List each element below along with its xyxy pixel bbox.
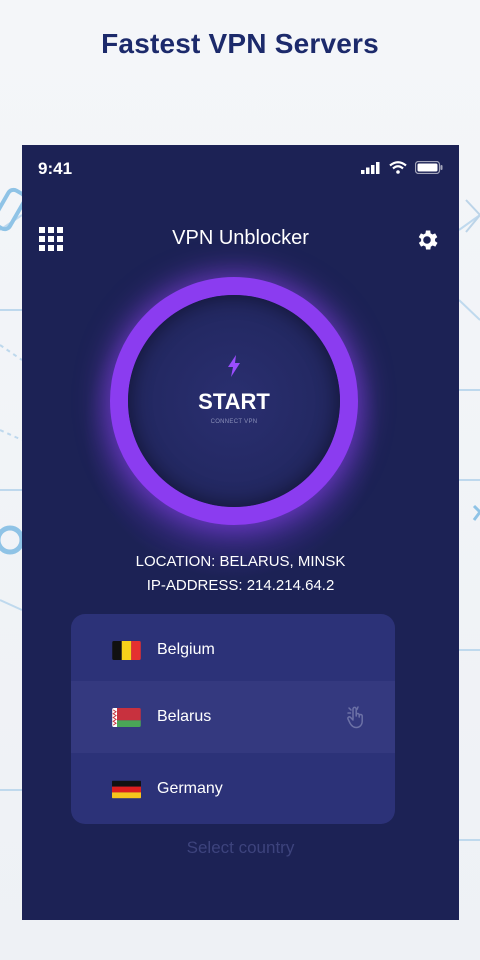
status-bar: 9:41 (22, 145, 459, 193)
start-vpn-button[interactable]: START CONNECT VPN (128, 295, 340, 507)
country-row-germany[interactable]: Germany (71, 753, 395, 824)
country-row-belgium[interactable]: Belgium (71, 614, 395, 686)
country-name: Belarus (157, 708, 212, 725)
promo-title: Fastest VPN Servers (101, 28, 379, 59)
tap-hand-icon (347, 706, 363, 729)
ip-address-text: IP-ADDRESS: 214.214.64.2 (146, 577, 335, 594)
app-title: VPN Unblocker (172, 227, 309, 249)
wifi-icon (389, 161, 407, 174)
belarus-flag-icon (112, 707, 141, 727)
country-list: Belgium Belarus Germany (71, 614, 395, 824)
gear-icon (418, 230, 438, 250)
country-row-belarus[interactable]: Belarus (71, 681, 395, 753)
country-name: Belgium (157, 641, 215, 658)
select-country-label: Select country (186, 838, 295, 857)
location-text: LOCATION: BELARUS, MINSK (135, 553, 346, 570)
country-name: Germany (157, 780, 223, 797)
phone-screen: 9:41 VPN Unblocker START CONNECT VPN LOC… (22, 145, 459, 920)
germany-flag-icon (112, 780, 141, 798)
battery-icon (415, 161, 443, 174)
belgium-flag-icon (112, 640, 141, 660)
signal-icon (361, 161, 380, 174)
status-time: 9:41 (38, 159, 73, 178)
start-sublabel: CONNECT VPN (210, 419, 258, 425)
lightning-bolt-icon (228, 355, 240, 377)
status-icons (361, 161, 443, 174)
start-label: START (198, 389, 270, 414)
settings-button[interactable] (414, 227, 440, 253)
